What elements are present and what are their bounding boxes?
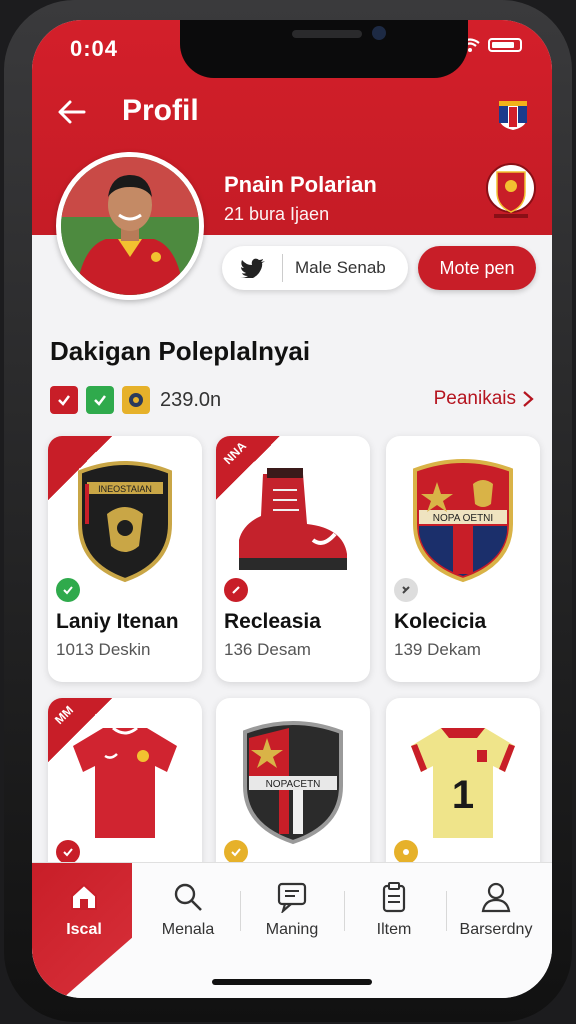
chevron-right-icon (523, 391, 534, 407)
flag-icon[interactable] (496, 97, 530, 131)
collection-card[interactable]: INEOSTAIAN Laniy Itenan 1013 Deskin (48, 436, 202, 682)
see-all-link[interactable]: Peanikais (434, 388, 534, 410)
pill-divider (282, 254, 283, 282)
card-title: Recleasia (224, 610, 321, 633)
back-arrow-icon[interactable] (56, 96, 88, 128)
nav-item-items[interactable]: Iltem (344, 881, 444, 957)
user-icon (481, 882, 511, 913)
nav-separator (240, 891, 241, 931)
twitter-bird-icon (240, 258, 265, 278)
shield-emblem-icon: INEOSTAIAN (78, 461, 172, 583)
status-dot-icon (224, 578, 248, 602)
shield-text: NOPACETN (266, 779, 321, 790)
badge-row: 239.0n (50, 386, 221, 414)
home-icon (71, 883, 97, 910)
nav-label: Iltem (376, 921, 412, 938)
card-subtitle: 139 Dekam (394, 640, 481, 659)
nav-item-home[interactable]: Iscal (34, 881, 134, 957)
shield-text: NOPA OETNI (433, 513, 493, 524)
nav-item-messages[interactable]: Maning (242, 881, 342, 957)
follow-twitter-button[interactable]: Male Senab (222, 246, 408, 290)
football-boot-icon (239, 468, 347, 570)
nav-label: Maning (265, 921, 319, 938)
status-dot-icon (394, 840, 418, 864)
app-screen: 0:04 Profil Pnain Polarian 21 bura Ijaen… (32, 20, 552, 998)
shirt-number: 1 (452, 773, 474, 817)
primary-action-button[interactable]: Mote pen (418, 246, 536, 290)
card-subtitle: 1013 Deskin (56, 640, 151, 659)
club-crest-icon (486, 163, 536, 218)
card-title: Laniy Itenan (56, 610, 179, 633)
bottom-navigation: Iscal Menala Maning Iltem Barserdny (32, 862, 552, 998)
red-jersey-icon (73, 726, 177, 838)
nav-label: Menala (161, 921, 215, 938)
search-icon (174, 883, 202, 911)
nav-label: Iscal (66, 921, 102, 938)
profile-subtitle: 21 bura Ijaen (224, 204, 330, 224)
status-dot-icon (56, 840, 80, 864)
check-badge-red-icon (50, 386, 78, 414)
player-photo (61, 157, 199, 295)
card-subtitle: 136 Desam (224, 640, 311, 659)
profile-name: Pnain Polarian (224, 172, 377, 197)
phone-frame: 0:04 Profil Pnain Polarian 21 bura Ijaen… (4, 0, 572, 1022)
nav-label: Barserdny (459, 921, 533, 938)
card-title: Kolecicia (394, 610, 487, 633)
clipboard-icon (382, 882, 406, 913)
nav-item-search[interactable]: Menala (138, 881, 238, 957)
home-indicator[interactable] (212, 979, 372, 985)
nav-item-profile[interactable]: Barserdny (446, 881, 546, 957)
coin-badge-icon (122, 386, 150, 414)
collection-card[interactable]: NNA Recleasia 136 Desam (216, 436, 370, 682)
status-dot-icon (56, 578, 80, 602)
yellow-jersey-icon: 1 (411, 728, 515, 838)
front-camera (372, 26, 386, 40)
check-badge-green-icon (86, 386, 114, 414)
collection-card[interactable]: NOPA OETNI Kolecicia 139 Dekam (386, 436, 540, 682)
shield-text: INEOSTAIAN (98, 484, 152, 494)
speaker-grille (292, 30, 362, 38)
collection-count: 239.0n (160, 388, 222, 411)
status-time: 0:04 (70, 36, 119, 61)
battery-icon (488, 38, 522, 52)
follow-label: Male Senab (295, 258, 386, 277)
device-notch (180, 20, 468, 78)
page-title: Profil (122, 94, 199, 127)
status-dot-icon (224, 840, 248, 864)
section-title: Dakigan Poleplalnyai (50, 336, 311, 366)
club-shield-icon: NOPA OETNI (413, 459, 513, 583)
status-dot-icon (394, 578, 418, 602)
dark-shield-icon: NOPACETN (243, 721, 343, 845)
see-all-label: Peanikais (433, 388, 516, 409)
avatar[interactable] (56, 152, 204, 300)
message-icon (277, 882, 307, 913)
